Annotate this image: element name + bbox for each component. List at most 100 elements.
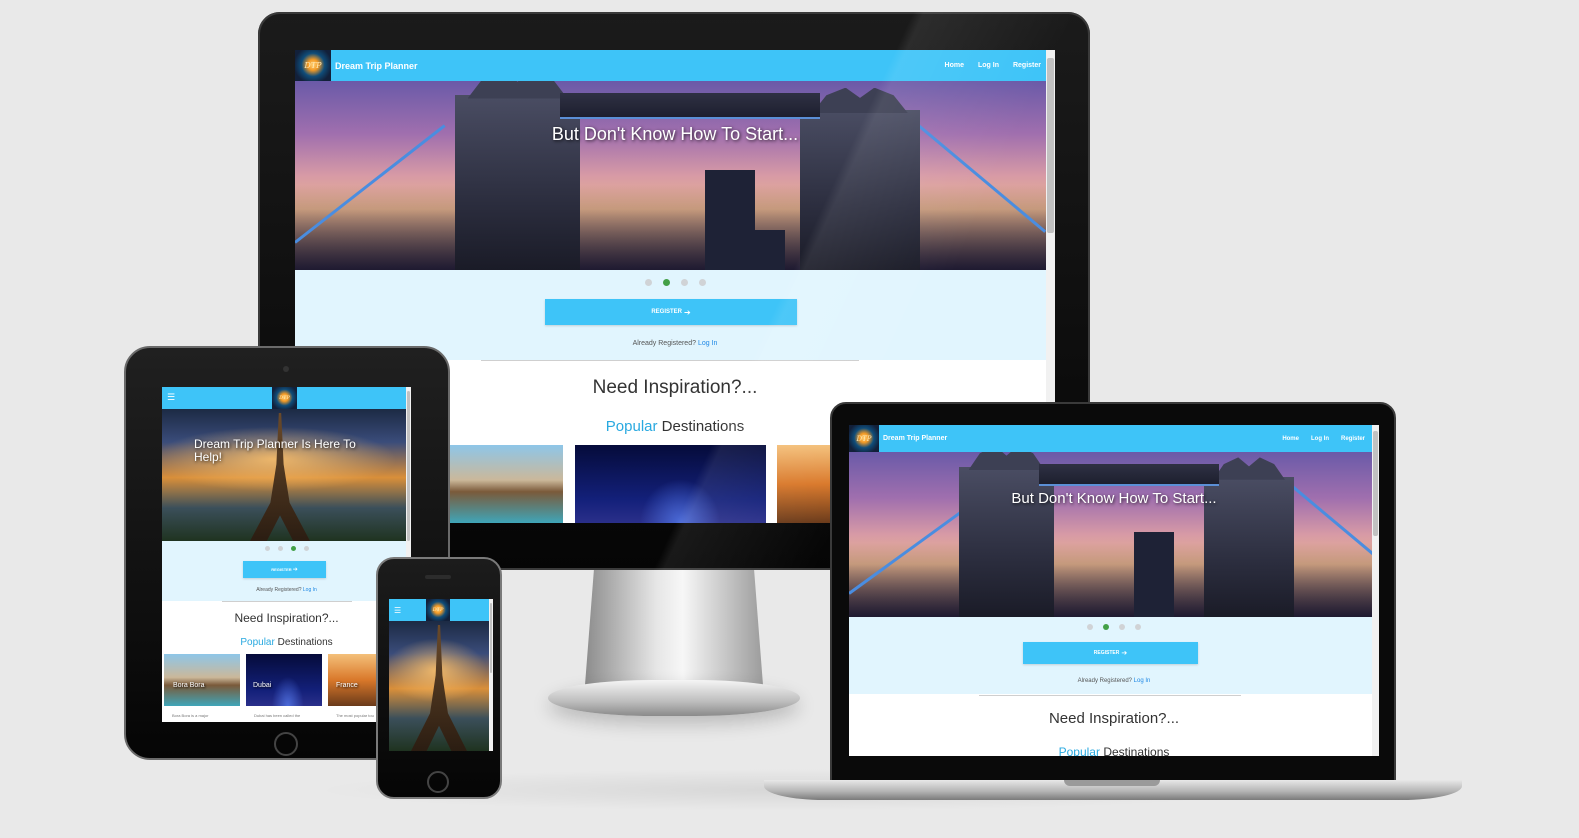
logo-text: DTP [432, 607, 444, 613]
phone-home-button[interactable] [427, 771, 449, 793]
nav-home[interactable]: Home [945, 62, 964, 69]
popular-destinations-heading: Popular Destinations [849, 745, 1379, 756]
popular-rest: Destinations [277, 637, 333, 648]
carousel-dot[interactable] [264, 546, 270, 551]
register-button-label: REGISTER [1093, 650, 1120, 656]
navbar: DTP Dream Trip Planner Home Log In Regis… [295, 50, 1055, 81]
nav-register[interactable]: Register [1013, 62, 1041, 69]
register-button-label: REGISTER [651, 309, 682, 315]
sign-in-icon: ➔ [1121, 650, 1128, 657]
login-link[interactable]: Log In [303, 587, 317, 593]
register-button-label: REGISTER [271, 567, 292, 572]
popular-rest: Destinations [661, 418, 745, 435]
carousel-dot[interactable] [1135, 624, 1141, 630]
hero-carousel-slide [389, 621, 493, 751]
scrollbar[interactable] [489, 599, 493, 751]
nav-home[interactable]: Home [1282, 436, 1299, 442]
bridge-cable [849, 509, 964, 595]
scrollbar-thumb[interactable] [490, 603, 492, 673]
hero-carousel-slide: But Don't Know How To Start... [849, 452, 1379, 617]
register-button[interactable]: REGISTER ➔ [243, 561, 326, 578]
popular-destinations-heading: Popular Destinations [162, 637, 411, 648]
logo[interactable]: DTP [849, 425, 879, 452]
destination-name: Bora Bora [173, 682, 205, 689]
monitor-stand-neck [585, 570, 763, 685]
carousel-dot[interactable] [698, 279, 706, 286]
login-link[interactable]: Log In [698, 340, 717, 347]
bridge-tower-left [455, 95, 580, 270]
cta-band: REGISTER ➔ Already Registered? Log In [849, 617, 1379, 694]
navbar: ☰ DTP [389, 599, 493, 621]
inspiration-heading: Need Inspiration?... [1048, 710, 1180, 727]
nav-register[interactable]: Register [1341, 436, 1365, 442]
nav-login[interactable]: Log In [1311, 436, 1329, 442]
carousel-dot-active[interactable] [1103, 624, 1109, 630]
carousel-dot[interactable] [1087, 624, 1093, 630]
popular-rest: Destinations [1103, 745, 1170, 756]
destination-snippet: Dubai has been called the [254, 713, 301, 718]
carousel-dot[interactable] [680, 279, 688, 286]
laptop-screen: DTP Dream Trip Planner Home Log In Regis… [849, 425, 1379, 756]
bridge-walkway [1039, 464, 1219, 486]
navbar: DTP Dream Trip Planner Home Log In Regis… [849, 425, 1379, 452]
already-registered: Already Registered? Log In [849, 678, 1379, 684]
monitor-stand-base [548, 680, 800, 716]
carousel-dot[interactable] [1119, 624, 1125, 630]
scrollbar-thumb[interactable] [1373, 431, 1378, 536]
logo[interactable]: DTP [295, 50, 331, 81]
cta-band: REGISTER ➔ Already Registered? Log In [162, 541, 411, 601]
phone-speaker [425, 575, 451, 579]
carousel-dot[interactable] [644, 279, 652, 286]
logo[interactable]: DTP [272, 387, 297, 409]
scrollbar-thumb[interactable] [407, 391, 410, 541]
divider [979, 695, 1241, 696]
login-link[interactable]: Log In [1134, 678, 1151, 684]
logo-text: DTP [279, 395, 290, 401]
sign-in-icon: ➔ [292, 567, 298, 573]
tablet-screen: ☰ DTP Dream Trip Planner Is Here To Help… [162, 387, 411, 722]
logo-text: DTP [856, 434, 872, 443]
scrollbar-thumb[interactable] [1047, 58, 1054, 233]
logo[interactable]: DTP [426, 599, 450, 621]
carousel-dot[interactable] [277, 546, 283, 551]
carousel-dot[interactable] [303, 546, 309, 551]
destination-card-bora-bora[interactable] [450, 445, 563, 523]
destination-card-dubai[interactable] [575, 445, 766, 523]
hamburger-menu-icon[interactable]: ☰ [394, 606, 401, 615]
divider [222, 601, 352, 602]
destination-snippet: The most popular tou [336, 713, 374, 718]
hero-caption: Dream Trip Planner Is Here To Help! [194, 437, 356, 464]
brand-title[interactable]: Dream Trip Planner [335, 61, 418, 71]
navbar: ☰ DTP [162, 387, 411, 409]
carousel-dot-active[interactable] [662, 279, 670, 286]
already-registered-text: Already Registered? [256, 587, 302, 593]
carousel-indicators [849, 624, 1379, 630]
destination-card-bora-bora[interactable]: Bora Bora [164, 654, 240, 706]
carousel-indicators [295, 279, 1055, 286]
register-button[interactable]: REGISTER ➔ [1023, 642, 1198, 664]
logo-text: DTP [304, 61, 322, 70]
destination-card-dubai[interactable]: Dubai [246, 654, 322, 706]
scrollbar[interactable] [1372, 425, 1379, 756]
hero-carousel-slide: But Don't Know How To Start... [295, 81, 1055, 270]
city-skyline [705, 170, 755, 270]
city-skyline [755, 230, 785, 270]
nav-login[interactable]: Log In [978, 62, 999, 69]
hero-carousel-slide: Dream Trip Planner Is Here To Help! [162, 409, 411, 541]
popular-accent: Popular [1058, 745, 1100, 756]
eiffel-tower [250, 413, 310, 541]
already-registered: Already Registered? Log In [162, 587, 411, 593]
hamburger-menu-icon[interactable]: ☰ [167, 393, 175, 403]
carousel-dot-active[interactable] [290, 546, 296, 551]
popular-accent: Popular [605, 418, 658, 435]
hero-caption: But Don't Know How To Start... [1011, 490, 1217, 507]
brand-title[interactable]: Dream Trip Planner [883, 435, 947, 442]
register-button[interactable]: REGISTER ➔ [545, 299, 797, 325]
tablet-home-button[interactable] [274, 732, 298, 756]
eiffel-tower [411, 625, 467, 751]
destination-name: France [336, 682, 358, 689]
bridge-walkway [560, 93, 820, 119]
sign-in-icon: ➔ [683, 307, 691, 317]
city-skyline [1134, 532, 1174, 617]
laptop-notch [1064, 780, 1160, 786]
